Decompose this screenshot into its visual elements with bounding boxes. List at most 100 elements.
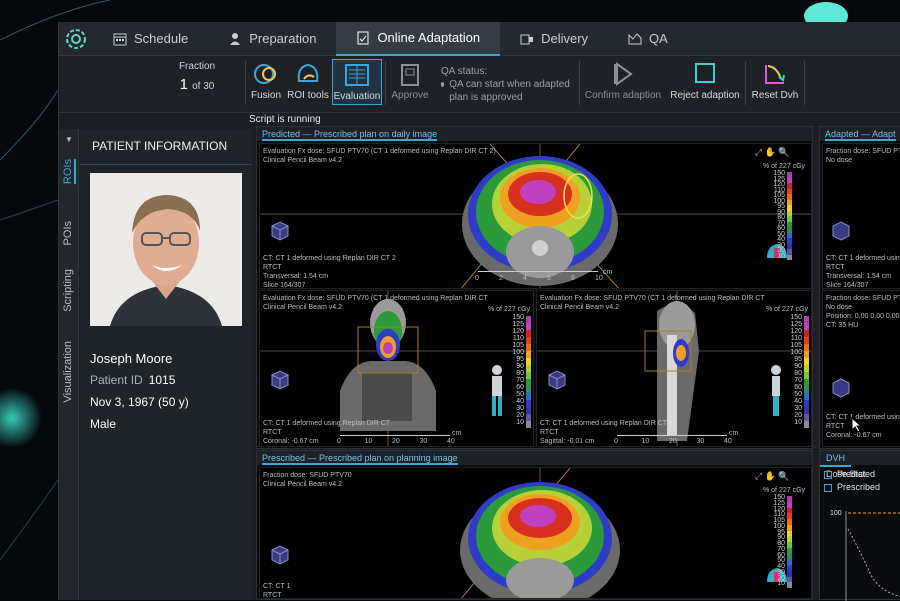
predicted-sagittal-viewport[interactable]: Evaluation Fx dose: SFUD PTV70 (CT 1 def… — [536, 290, 812, 447]
approve-button[interactable]: Approve — [389, 59, 431, 105]
roi-tools-label: ROI tools — [287, 90, 329, 101]
predicted-coronal-viewport[interactable]: Evaluation Fx dose: SFUD PTV70 (CT 1 def… — [259, 290, 534, 447]
sagittal-dose-caption: Evaluation Fx dose: SFUD PTV70 (CT 1 def… — [540, 294, 765, 312]
fraction-counter: Fraction 1 of 30 — [167, 61, 227, 93]
logo-icon — [66, 28, 86, 49]
orientation-cube-icon[interactable] — [829, 375, 853, 399]
predicted-transversal-viewport[interactable]: Evaluation Fx dose: SFUD PTV70 (CT 1 def… — [259, 143, 812, 289]
tab-preparation[interactable]: Preparation — [208, 22, 336, 56]
adapted-mid-ct-caption: CT: CT 1 deformed using Replan RTCT Coro… — [826, 413, 900, 440]
colorbar-tick-label: 80 — [516, 370, 524, 377]
transversal-info3: Transversal: 1.54 cm — [263, 273, 329, 280]
patient-section-title: PATIENT INFORMATION — [92, 139, 228, 153]
prescribed-info1: CT: CT 1 — [263, 583, 291, 590]
tab-qa-label: QA — [649, 31, 668, 46]
ruler-tick-label: 30 — [696, 438, 705, 445]
colorbar-tick-label: 40 — [794, 398, 802, 405]
colorbar-tick-label: 70 — [794, 377, 802, 384]
reset-dvh-button[interactable]: Reset Dvh — [749, 59, 801, 105]
rail-tab-visualization[interactable]: Visualization — [62, 341, 74, 403]
prescribed-transversal-viewport[interactable]: Fraction dose: SFUD PTV70 Clinical Penci… — [259, 467, 812, 599]
tab-schedule[interactable]: Schedule — [93, 22, 208, 56]
reject-adaption-button[interactable]: Reject adaption — [667, 59, 743, 105]
colorbar-segment — [526, 323, 531, 330]
confirm-adaption-label: Confirm adaption — [584, 90, 662, 101]
roi-tools-button[interactable]: ROI tools — [286, 59, 330, 105]
transversal-info1: CT: CT 1 deformed using Replan DIR CT 2 — [263, 255, 396, 262]
adapted-title-text: Adapted — Adapt — [825, 129, 896, 141]
evaluation-button[interactable]: Evaluation — [332, 59, 382, 105]
confirm-adaption-button[interactable]: Confirm adaption — [583, 59, 663, 105]
colorbar-segment — [804, 337, 809, 344]
checkbox-icon[interactable] — [824, 470, 832, 479]
transversal-line1: Evaluation Fx dose: SFUD PTV70 (CT 1 def… — [263, 148, 496, 155]
patient-dob: Nov 3, 1967 (50 y) — [90, 395, 189, 409]
adapted-mid-line4: CT: 35 HU — [826, 322, 859, 329]
sagittal-percent-label: % of 227 cGy — [766, 306, 809, 313]
colorbar-tick-label: 10 — [516, 419, 524, 426]
legend-predicted-label: Predicted — [837, 469, 876, 479]
colorbar-segment — [526, 421, 531, 428]
tab-dvh[interactable]: DVH — [820, 451, 852, 467]
legend-prescribed[interactable]: Prescribed — [824, 482, 880, 492]
ruler-tick-label: 8 — [571, 275, 575, 282]
orientation-cube-icon[interactable] — [545, 367, 569, 391]
toolbar-divider — [745, 61, 746, 105]
rail-tab-pois[interactable]: POIs — [62, 221, 74, 245]
colorbar-tick-label: 110 — [512, 335, 524, 342]
colorbar-tick-label: 105 — [790, 342, 802, 349]
reject-adaption-label: Reject adaption — [670, 90, 740, 101]
document-check-icon — [357, 31, 369, 44]
rail-tab-rois[interactable]: ROIs — [62, 159, 76, 185]
colorbar-tick-label: 150 — [512, 314, 524, 321]
colorbar-tick-label: 10 — [794, 419, 802, 426]
ruler-tick-label: 40 — [447, 438, 455, 445]
orientation-cube-icon[interactable] — [268, 542, 292, 566]
rail-tab-scripting[interactable]: Scripting — [62, 269, 74, 312]
sagittal-ruler-unit: cm — [729, 430, 739, 437]
sagittal-line2: Clinical Pencil Beam v4.2 — [540, 304, 619, 311]
dvh-tab-bar: DVHDose Stat — [820, 451, 900, 479]
orientation-cube-icon[interactable] — [268, 218, 292, 242]
colorbar-tick-label: 100 — [512, 349, 524, 356]
collapse-caret-icon[interactable]: ▼ — [65, 135, 73, 144]
adapted-panel-title: Adapted — Adapt — [820, 127, 900, 141]
viewport-tools[interactable]: ⤢ ✋ 🔍 — [755, 471, 790, 482]
toolbar-divider — [804, 61, 805, 105]
colorbar-tick-label: 95 — [516, 356, 524, 363]
adapted-panel: Adapted — Adapt Fraction dose: SFUD PTV7… — [819, 126, 900, 449]
legend-predicted[interactable]: Predicted — [824, 469, 875, 479]
colorbar-tick-label: 30 — [516, 405, 524, 412]
transversal-info2: RTCT — [263, 264, 282, 271]
qa-status: QA status: QA can start when adapted pla… — [441, 65, 576, 104]
orientation-cube-icon[interactable] — [829, 218, 853, 242]
colorbar-tick-label: 100 — [790, 349, 802, 356]
qa-status-row: QA can start when adapted plan is approv… — [441, 78, 576, 104]
adapted-mid-line1: Fraction dose: SFUD PTV70 — [826, 295, 900, 302]
adapted-mid-info3: Coronal: -0.67 cm — [826, 432, 882, 439]
checkbox-icon[interactable] — [824, 483, 832, 492]
adapted-transversal-viewport[interactable]: Fraction dose: SFUD PTV70 No dose CT: CT… — [822, 143, 900, 289]
fusion-button[interactable]: Fusion — [249, 59, 283, 105]
tab-delivery[interactable]: Delivery — [500, 22, 608, 56]
stop-icon — [695, 63, 715, 83]
adapted-coronal-viewport[interactable]: Fraction dose: SFUD PTV70 No dose Positi… — [822, 290, 900, 447]
tab-online-adaptation[interactable]: Online Adaptation — [336, 21, 501, 56]
orientation-cube-icon[interactable] — [268, 367, 292, 391]
colorbar-tick-label: 50 — [516, 391, 524, 398]
viewport-tools[interactable]: ⤢ ✋ 🔍 — [755, 147, 790, 158]
script-status: Script is running — [249, 114, 321, 125]
transversal-line2: Clinical Pencil Beam v4.2 — [263, 157, 342, 164]
adapted-mid-info2: RTCT — [826, 423, 845, 430]
colorbar-segment — [526, 400, 531, 407]
colorbar-tick-label: 125 — [512, 321, 524, 328]
legend-prescribed-label: Prescribed — [837, 482, 881, 492]
dvh-curves — [845, 511, 900, 601]
lock-document-icon — [401, 64, 419, 86]
adapted-top-ct-caption: CT: CT 1 deformed using Replan RTCT Tran… — [826, 254, 900, 288]
ruler-tick-label: 2 — [499, 275, 503, 282]
colorbar-tick-label: 90 — [516, 363, 524, 370]
colorbar-segment — [787, 254, 792, 260]
tab-qa[interactable]: QA — [608, 22, 688, 56]
predicted-panel-title: Predicted — Prescribed plan on daily ima… — [257, 127, 812, 141]
